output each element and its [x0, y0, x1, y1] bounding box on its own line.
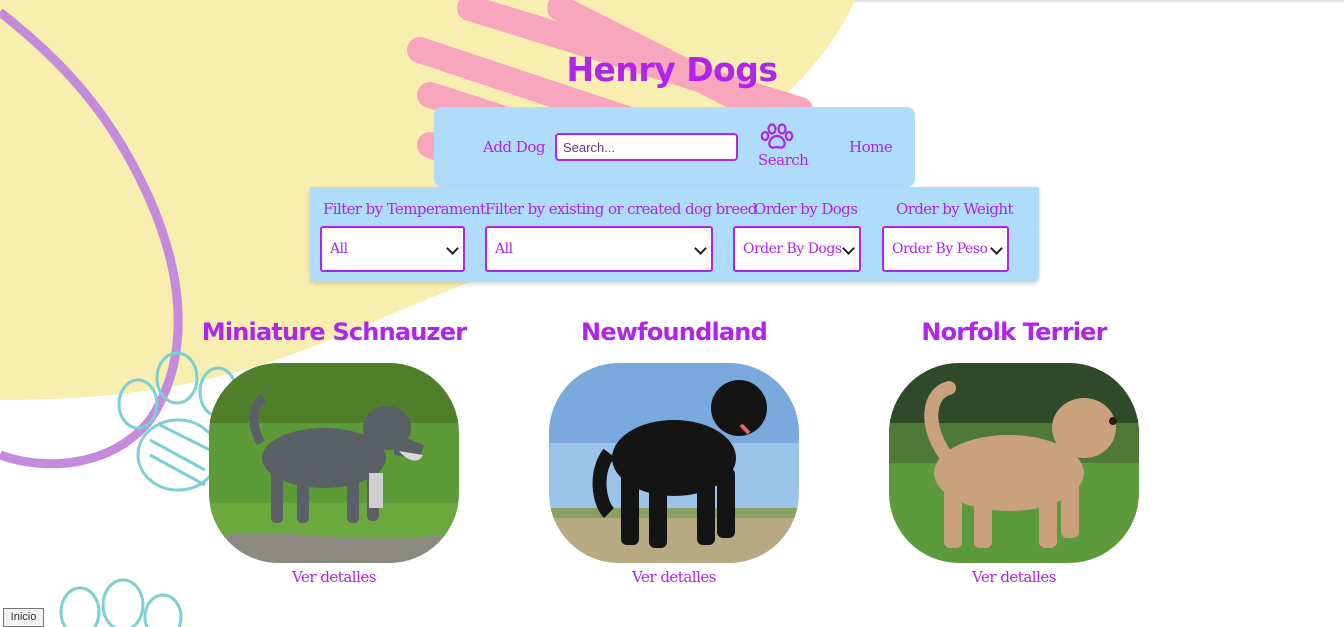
paw-icon	[760, 123, 794, 149]
search-input[interactable]	[555, 133, 738, 161]
filter-breed-source-label: Filter by existing or created dog breed	[485, 200, 757, 218]
dog-card: Norfolk Terrier Ver detalles	[844, 314, 1184, 586]
filter-temperament-select-wrap: All	[320, 226, 465, 272]
add-dog-link[interactable]: Add Dog	[483, 138, 545, 156]
details-link[interactable]: Ver detalles	[164, 568, 504, 586]
order-dogs-select[interactable]: Order By Dogs	[733, 226, 861, 272]
filter-temperament-label: Filter by Temperament	[323, 200, 486, 218]
dog-image	[889, 363, 1139, 563]
page-title: Henry Dogs	[566, 50, 778, 89]
details-link[interactable]: Ver detalles	[504, 568, 844, 586]
filter-temperament-select[interactable]: All	[320, 226, 465, 272]
inicio-button[interactable]: Inicio	[3, 608, 44, 627]
filter-panel: Filter by Temperament All Filter by exis…	[310, 187, 1039, 282]
dog-card: Newfoundland Ver detalles	[504, 314, 844, 586]
dog-image	[209, 363, 459, 563]
dog-image	[549, 363, 799, 563]
order-weight-label: Order by Weight	[896, 200, 1013, 218]
filter-breed-source-select-wrap: All	[485, 226, 713, 272]
dog-card: Miniature Schnauzer Ver detalles	[164, 314, 504, 586]
order-weight-select[interactable]: Order By Peso	[882, 226, 1009, 272]
order-dogs-label: Order by Dogs	[754, 200, 858, 218]
dog-card-name: Norfolk Terrier	[921, 318, 1107, 346]
filter-breed-source-select[interactable]: All	[485, 226, 713, 272]
order-dogs-select-wrap: Order By Dogs	[733, 226, 861, 272]
order-weight-select-wrap: Order By Peso	[882, 226, 1009, 272]
dog-card-name: Newfoundland	[581, 318, 768, 346]
dog-card-name: Miniature Schnauzer	[201, 318, 467, 346]
details-link[interactable]: Ver detalles	[844, 568, 1184, 586]
navbar: Add Dog Search Home	[434, 107, 915, 187]
search-button-label: Search	[758, 151, 809, 169]
search-button[interactable]: Search	[752, 123, 809, 171]
home-link[interactable]: Home	[849, 138, 893, 156]
